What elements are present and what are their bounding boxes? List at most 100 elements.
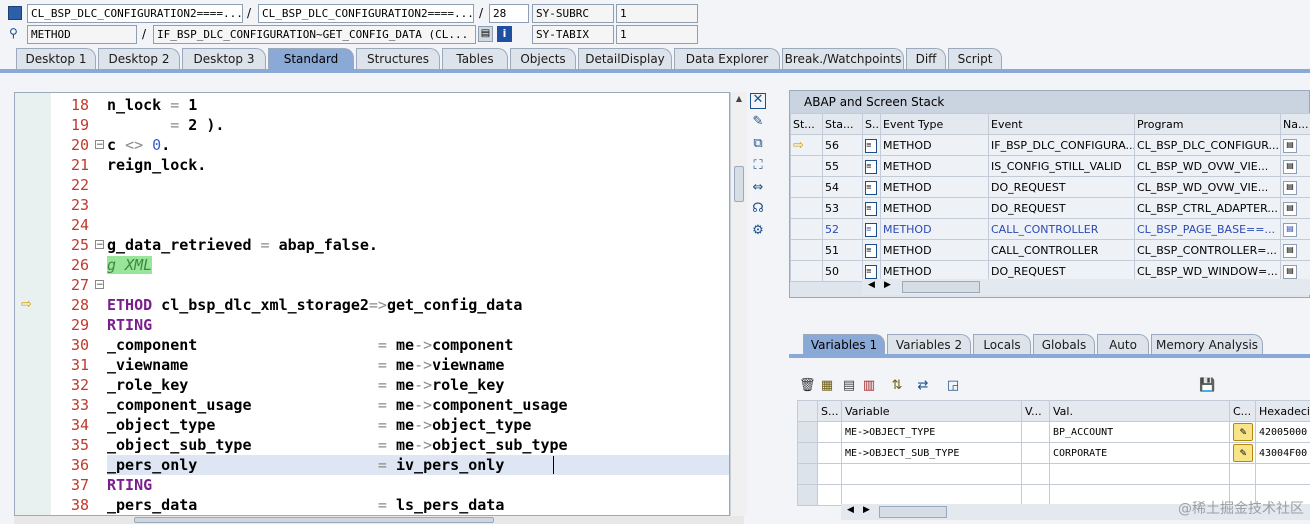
variables-column-header[interactable]: Variable [841, 400, 1022, 422]
stack-row[interactable]: 53 ≡ METHOD DO_REQUEST CL_BSP_CTRL_ADAPTER..… [790, 197, 1310, 219]
scroll-up-arrow[interactable]: ▲ [733, 94, 745, 104]
navigate-icon[interactable]: ▤ [1283, 265, 1297, 279]
stack-row[interactable]: 55 ≡ METHOD IS_CONFIG_STILL_VALID CL_BSP_WD_… [790, 155, 1310, 177]
variable-row[interactable]: ME->OBJECT_TYPE BP_ACCOUNT ✎ 42005000 [797, 421, 1310, 443]
variable-cell-name[interactable] [841, 463, 1022, 485]
code-line[interactable]: reign_lock. [107, 155, 206, 175]
var-tab-auto[interactable]: Auto [1097, 334, 1149, 356]
info-icon[interactable]: i [497, 26, 512, 42]
code-line[interactable]: g XML [107, 255, 153, 275]
code-line[interactable]: ETHOD cl_bsp_dlc_xml_storage2=>get_confi… [107, 295, 522, 315]
code-line[interactable]: _component = me->component [107, 335, 513, 355]
event-type-field[interactable]: METHOD [27, 25, 137, 44]
scroll-left-arrow[interactable]: ◀ [847, 505, 854, 515]
transfer-icon[interactable]: ⇄ [915, 378, 931, 394]
stack-row[interactable]: 54 ≡ METHOD DO_REQUEST CL_BSP_WD_OVW_VIE... ▤ [790, 176, 1310, 198]
variable-cell-name[interactable]: ME->OBJECT_SUB_TYPE [841, 442, 1022, 464]
new-tool-icon[interactable]: ✎ [750, 114, 766, 130]
variables-column-header[interactable]: Hexadecin [1255, 400, 1310, 422]
variables-column-header[interactable]: Val. [1049, 400, 1230, 422]
tab-standard[interactable]: Standard [268, 48, 354, 70]
variable-tool-icon[interactable]: ▦ [819, 378, 835, 394]
code-line[interactable]: g_data_retrieved = abap_false. [107, 235, 378, 255]
scroll-thumb[interactable] [734, 166, 744, 202]
sy-subrc-label[interactable]: SY-SUBRC [532, 4, 614, 23]
tab-desktop-1[interactable]: Desktop 1 [16, 48, 96, 70]
code-line[interactable]: _object_sub_type = me->object_sub_type [107, 435, 568, 455]
fold-toggle[interactable]: − [95, 140, 104, 150]
stack-column-header[interactable]: Program [1134, 113, 1281, 135]
code-line[interactable]: _pers_data = ls_pers_data [107, 495, 504, 515]
scroll-left-arrow[interactable]: ◀ [868, 280, 875, 290]
tab-tables[interactable]: Tables [442, 48, 508, 70]
variable-row[interactable]: ME->OBJECT_SUB_TYPE CORPORATE ✎ 43004F00 [797, 442, 1310, 464]
tree-icon[interactable]: ⚙ [750, 223, 766, 239]
hscroll-thumb[interactable] [134, 517, 494, 523]
editor-vertical-scrollbar[interactable]: ▲ [730, 92, 747, 516]
stack-row[interactable]: 51 ≡ METHOD CALL_CONTROLLER CL_BSP_CONTROLLE… [790, 239, 1310, 261]
edit-pencil-icon[interactable]: ✎ [1233, 444, 1253, 462]
services-icon[interactable]: ☊ [750, 201, 766, 217]
stack-column-header[interactable]: S... [862, 113, 881, 135]
code-line[interactable]: _role_key = me->role_key [107, 375, 504, 395]
sy-subrc-value[interactable]: 1 [616, 4, 698, 23]
code-line[interactable]: c <> 0. [107, 135, 170, 155]
variable-cell-name[interactable] [841, 484, 1022, 506]
tab-diff[interactable]: Diff [906, 48, 946, 70]
variable-row[interactable] [797, 463, 1310, 485]
tab-desktop-3[interactable]: Desktop 3 [182, 48, 266, 70]
tab-break-watchpoints[interactable]: Break./Watchpoints [782, 48, 904, 70]
editor-horizontal-scrollbar[interactable] [14, 516, 744, 524]
stack-column-header[interactable]: Sta... [822, 113, 863, 135]
navigate-icon[interactable]: ▤ [1283, 202, 1297, 216]
variable-cell-value[interactable] [1049, 463, 1230, 485]
stack-row[interactable]: ⇨ 56 ≡ METHOD IF_BSP_DLC_CONFIGURA... CL_BSP_… [790, 134, 1310, 156]
var-tab-memory-analysis[interactable]: Memory Analysis [1151, 334, 1263, 356]
sy-tabix-value[interactable]: 1 [616, 25, 698, 44]
code-line[interactable]: _object_type = me->object_type [107, 415, 531, 435]
new-window-icon[interactable]: ◲ [945, 378, 961, 394]
code-line[interactable]: _pers_only = iv_pers_only [107, 455, 504, 475]
code-line[interactable]: = 2 ). [107, 115, 224, 135]
tab-structures[interactable]: Structures [356, 48, 440, 70]
stack-column-header[interactable]: Na... [1280, 113, 1310, 135]
var-tab-globals[interactable]: Globals [1033, 334, 1095, 356]
sy-tabix-label[interactable]: SY-TABIX [532, 25, 614, 44]
source-editor[interactable]: 18 n_lock = 1 19 = 2 ). 20 c <> 0. −21 reign_l… [14, 92, 730, 516]
maximize-icon[interactable]: ⛶ [750, 158, 766, 174]
var-tab-variables-1[interactable]: Variables 1 [803, 334, 885, 356]
variable-cell-name[interactable]: ME->OBJECT_TYPE [841, 421, 1022, 443]
tab-desktop-2[interactable]: Desktop 2 [98, 48, 180, 70]
variable-tool-icon-3[interactable]: ▥ [861, 378, 877, 394]
navigate-icon[interactable]: ▤ [1283, 181, 1297, 195]
var-tab-locals[interactable]: Locals [973, 334, 1031, 356]
include-field[interactable]: CL_BSP_DLC_CONFIGURATION2====... [258, 4, 474, 23]
navigate-icon[interactable]: ▤ [1283, 244, 1297, 258]
variables-column-header[interactable]: S... [817, 400, 842, 422]
code-line[interactable]: _component_usage = me->component_usage [107, 395, 568, 415]
variables-scroll-thumb[interactable] [879, 506, 947, 518]
stack-column-header[interactable]: Event [988, 113, 1135, 135]
fold-toggle[interactable]: − [95, 240, 104, 250]
variable-tool-icon-2[interactable]: ▤ [841, 378, 857, 394]
code-line[interactable]: n_lock = 1 [107, 95, 197, 115]
sort-icon[interactable]: ⇅ [889, 378, 905, 394]
code-line[interactable]: RTING [107, 475, 152, 495]
stack-scroll-thumb[interactable] [902, 281, 980, 293]
event-field[interactable]: IF_BSP_DLC_CONFIGURATION~GET_CONFIG_DATA… [153, 25, 476, 44]
scroll-right-arrow[interactable]: ▶ [863, 505, 870, 515]
stack-column-header[interactable]: Event Type [880, 113, 989, 135]
delete-icon[interactable]: 🗑 [799, 378, 816, 394]
tab-objects[interactable]: Objects [510, 48, 576, 70]
variable-cell-value[interactable]: BP_ACCOUNT [1049, 421, 1230, 443]
var-tab-variables-2[interactable]: Variables 2 [887, 334, 971, 356]
tab-script[interactable]: Script [948, 48, 1002, 70]
tab-data-explorer[interactable]: Data Explorer [674, 48, 780, 70]
stack-column-header[interactable]: St... [790, 113, 823, 135]
code-line[interactable]: _viewname = me->viewname [107, 355, 504, 375]
navigate-icon[interactable]: ▤ [1283, 139, 1297, 153]
swap-tool-icon[interactable]: ⧉ [750, 136, 766, 152]
tab-detaildisplay[interactable]: DetailDisplay [578, 48, 672, 70]
variable-cell-value[interactable]: CORPORATE [1049, 442, 1230, 464]
variables-column-header[interactable]: C... [1229, 400, 1256, 422]
